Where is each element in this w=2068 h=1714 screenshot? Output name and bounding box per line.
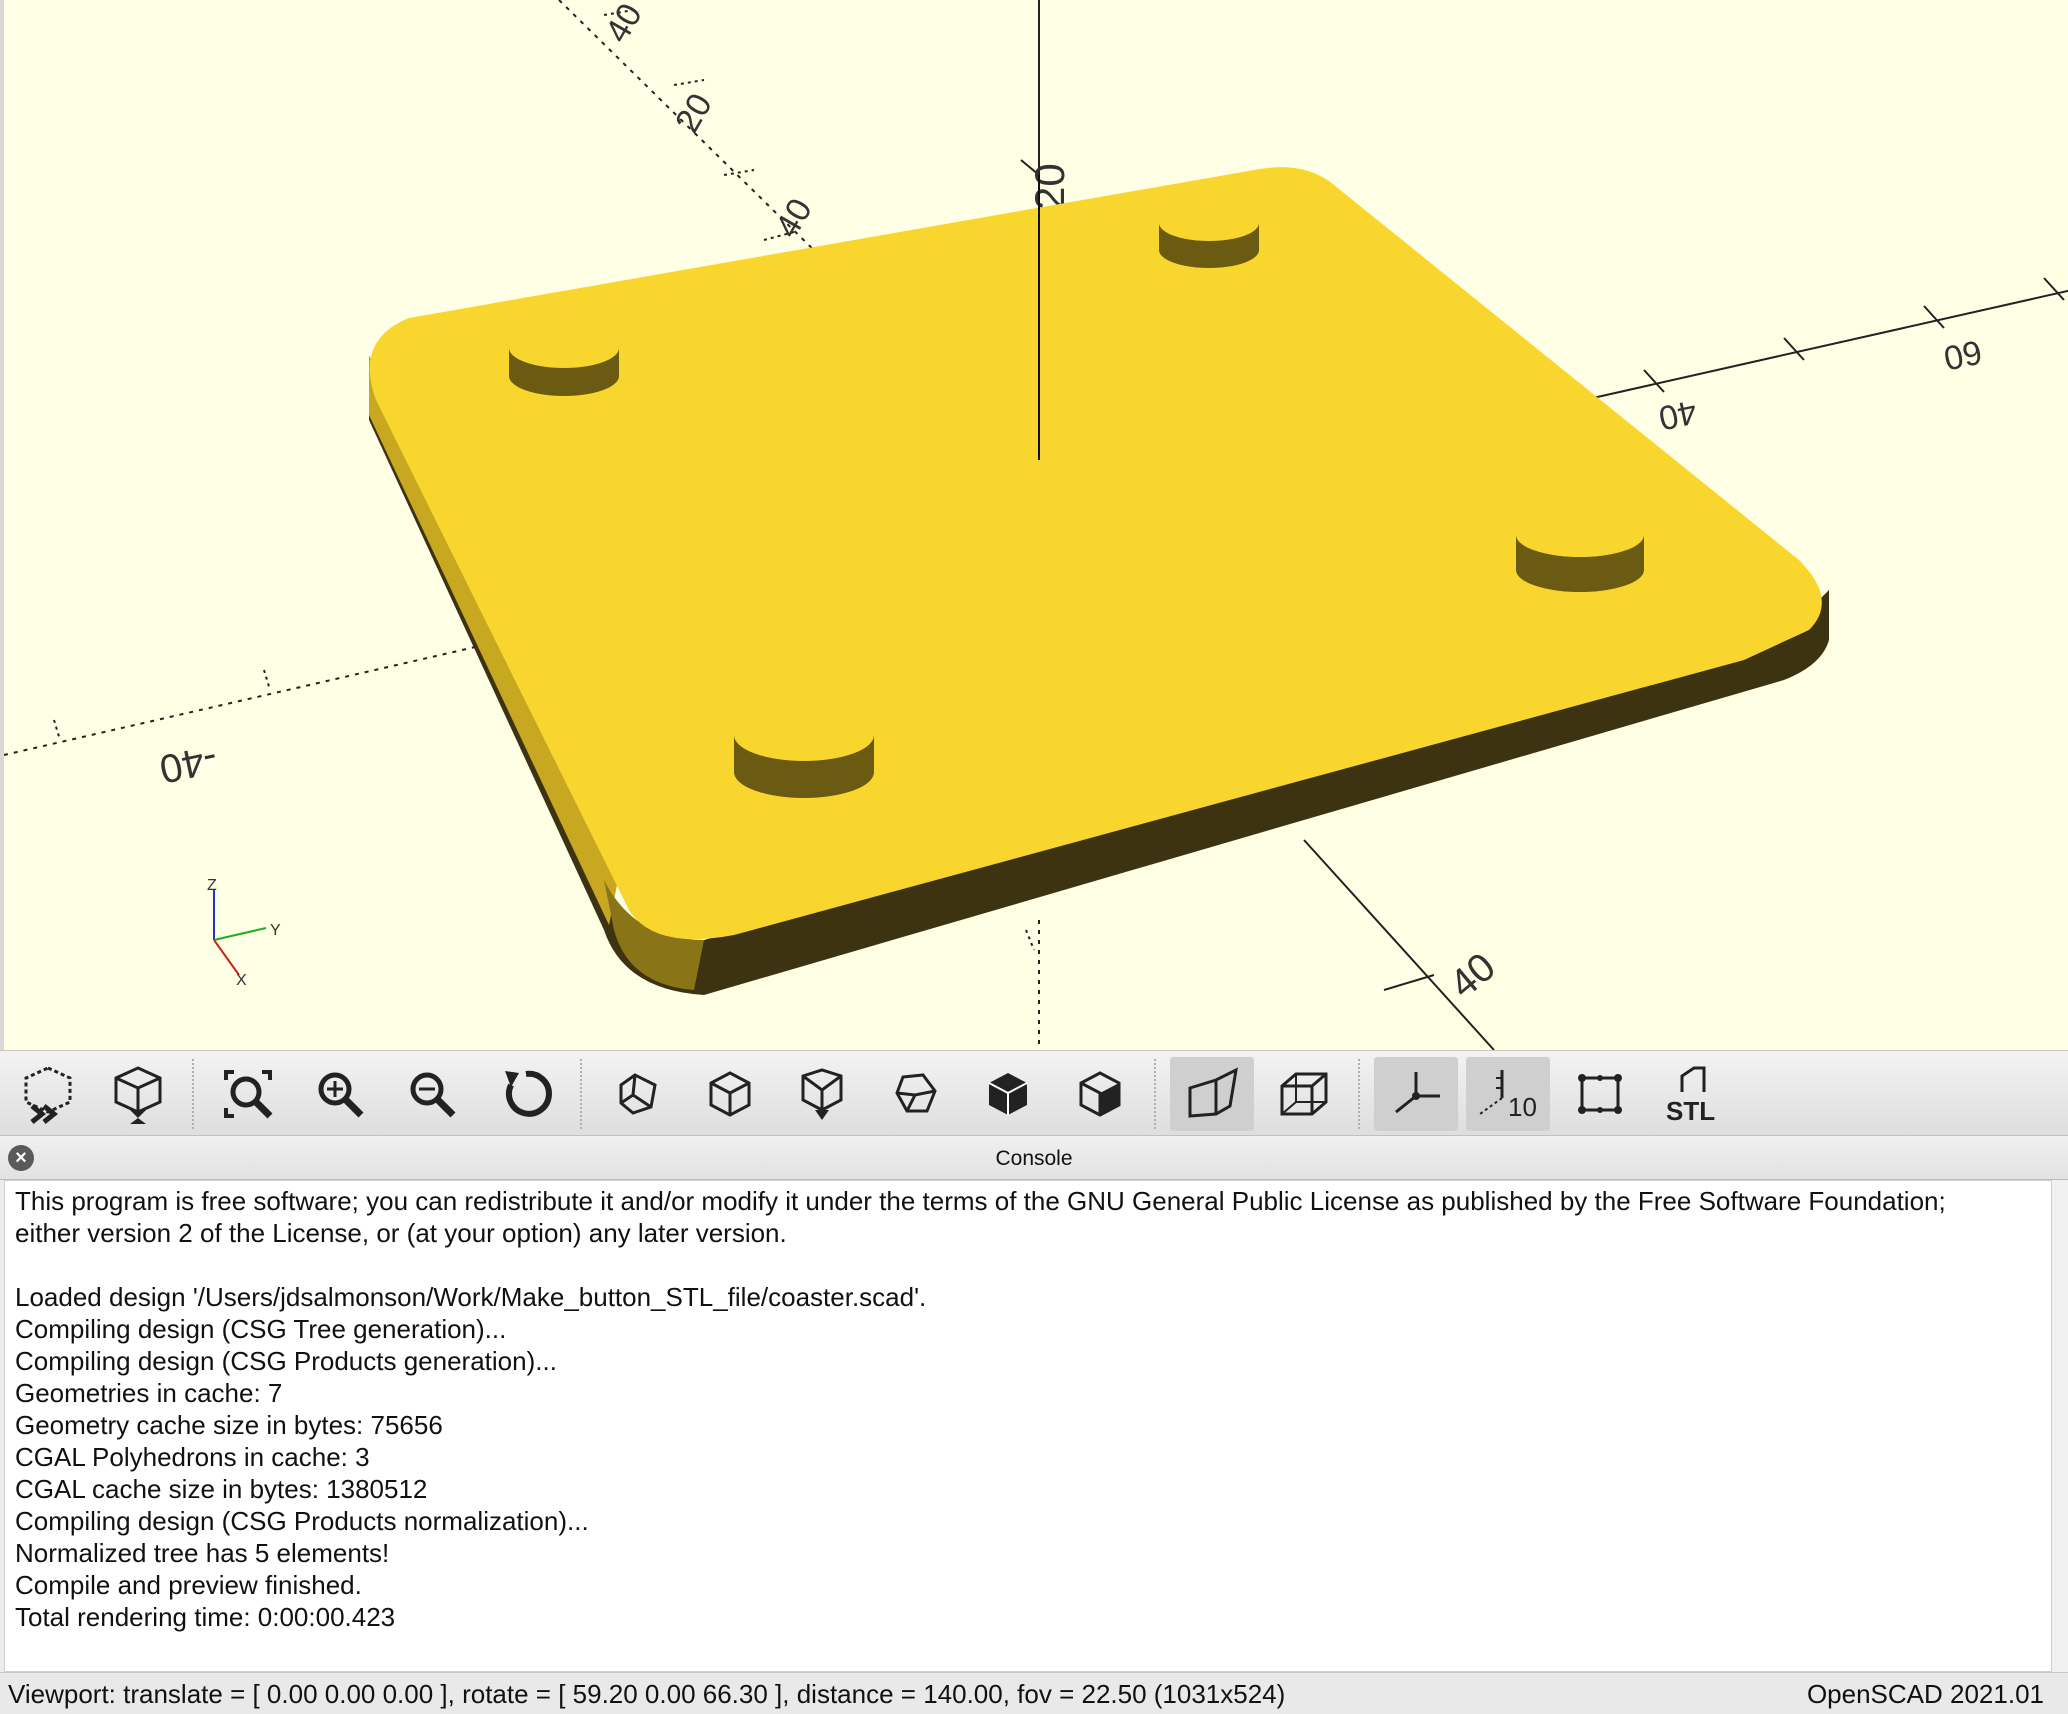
zoom-out-button[interactable] <box>390 1057 474 1131</box>
stl-label: STL <box>1666 1096 1715 1126</box>
orthogonal-button[interactable] <box>1262 1057 1346 1131</box>
coaster-model <box>369 167 1829 995</box>
perspective-button[interactable] <box>1170 1057 1254 1131</box>
view-back-icon <box>1079 1071 1121 1117</box>
viewport-toolbar: 10 STL <box>0 1050 2068 1136</box>
console-line: Geometries in cache: 7 <box>15 1378 283 1408</box>
axis-tick-label: 40 <box>768 192 820 244</box>
console-title: Console <box>995 1147 1073 1170</box>
gizmo-z-label: Z <box>207 877 217 894</box>
view-top-button[interactable] <box>688 1057 772 1131</box>
peg <box>1516 513 1644 592</box>
console-line: CGAL cache size in bytes: 1380512 <box>15 1474 428 1504</box>
gizmo-x-label: X <box>236 972 247 989</box>
x-positive-axis <box>1303 839 1495 1050</box>
console-line: This program is free software; you can r… <box>15 1186 1946 1216</box>
console-line: Compiling design (CSG Products generatio… <box>15 1346 557 1376</box>
console-line: either version 2 of the License, or (at … <box>15 1218 787 1248</box>
axis-tick-label: 40 <box>1442 945 1504 1007</box>
view-right-icon <box>619 1073 657 1115</box>
view-right-button[interactable] <box>596 1057 680 1131</box>
console-line: Compiling design (CSG Products normaliza… <box>15 1506 589 1536</box>
perspective-icon <box>1188 1067 1238 1118</box>
console-line: CGAL Polyhedrons in cache: 3 <box>15 1442 370 1472</box>
view-left-icon <box>895 1073 937 1113</box>
view-all-button[interactable] <box>206 1057 290 1131</box>
zoom-fit-icon <box>224 1070 273 1119</box>
console-line: Normalized tree has 5 elements! <box>15 1538 390 1568</box>
orthogonal-icon <box>1280 1072 1328 1116</box>
view-front-button[interactable] <box>966 1057 1050 1131</box>
preview-hourglass-icon <box>114 1066 162 1124</box>
export-stl-button[interactable]: STL <box>1650 1057 1734 1131</box>
console-scrollbar[interactable] <box>2052 1180 2068 1672</box>
zoom-out-icon <box>410 1072 456 1118</box>
x-negative-axis <box>4 644 485 756</box>
view-top-icon <box>709 1071 751 1117</box>
console-lines: This program is free software; you can r… <box>15 1185 2041 1633</box>
axis-tick-label: 40 <box>1655 392 1700 437</box>
axes-gizmo: Z Y X <box>207 877 281 989</box>
peg <box>509 328 619 396</box>
render-cube-icon <box>24 1066 72 1124</box>
axis-tick-label: 20 <box>668 87 720 139</box>
view-bottom-button[interactable] <box>780 1057 864 1131</box>
preview-button[interactable] <box>96 1057 180 1131</box>
reset-icon <box>505 1070 552 1117</box>
version-label: OpenSCAD 2021.01 <box>1806 1679 2044 1709</box>
scene-canvas: 40 20 40 20 40 60 -40 40 Z Y X <box>4 0 2068 1050</box>
console-line: Compile and preview finished. <box>15 1570 362 1600</box>
status-bar: Viewport: translate = [ 0.00 0.00 0.00 ]… <box>0 1672 2068 1714</box>
scale-markers-icon: 10 <box>1479 1070 1537 1122</box>
peg <box>1159 205 1259 268</box>
3d-viewport[interactable]: 40 20 40 20 40 60 -40 40 Z Y X <box>0 0 2068 1050</box>
viewport-info: Viewport: translate = [ 0.00 0.00 0.00 ]… <box>8 1679 1286 1709</box>
view-bottom-icon <box>801 1068 843 1120</box>
show-edges-button[interactable] <box>1558 1057 1642 1131</box>
axis-tick-label: 40 <box>598 0 650 49</box>
axis-tick-label: 60 <box>1940 332 1985 377</box>
console-line: Total rendering time: 0:00:00.423 <box>15 1602 396 1632</box>
stl-export-icon: STL <box>1666 1066 1715 1126</box>
render-button[interactable] <box>6 1057 90 1131</box>
reset-view-button[interactable] <box>484 1057 568 1131</box>
show-axes-button[interactable] <box>1374 1057 1458 1131</box>
zoom-in-button[interactable] <box>298 1057 382 1131</box>
axes-icon <box>1395 1072 1440 1114</box>
console-line: Loaded design '/Users/jdsalmonson/Work/M… <box>15 1282 927 1312</box>
peg <box>734 709 874 798</box>
gizmo-y-label: Y <box>270 922 281 939</box>
view-front-icon <box>988 1073 1028 1115</box>
edges-icon <box>1578 1074 1622 1114</box>
axis-tick-label: -40 <box>156 736 222 791</box>
console-header: × Console <box>0 1136 2068 1180</box>
view-back-button[interactable] <box>1058 1057 1142 1131</box>
view-left-button[interactable] <box>874 1057 958 1131</box>
zoom-in-icon <box>318 1072 364 1118</box>
scale-label: 10 <box>1508 1092 1537 1122</box>
console-line: Compiling design (CSG Tree generation)..… <box>15 1314 507 1344</box>
console-output[interactable]: This program is free software; you can r… <box>4 1180 2052 1672</box>
show-scale-button[interactable]: 10 <box>1466 1057 1550 1131</box>
console-line: Geometry cache size in bytes: 75656 <box>15 1410 443 1440</box>
